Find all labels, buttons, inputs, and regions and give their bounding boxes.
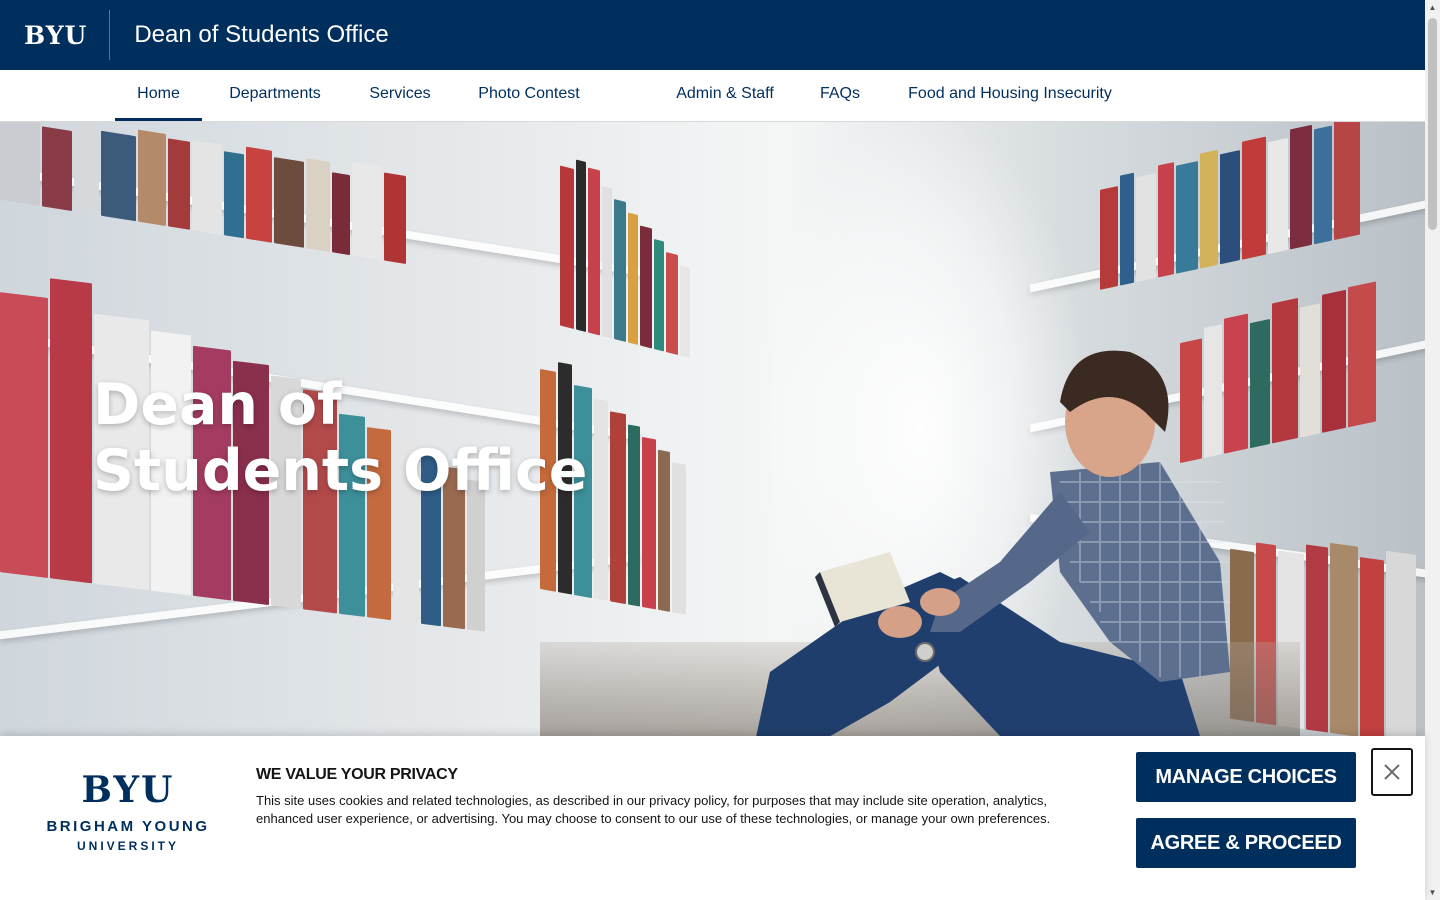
main-nav: Home Departments Services Photo Contest … [0, 70, 1425, 122]
books-row [0, 122, 408, 264]
brigham-young-logo: BYU BRIGHAM YOUNG UNIVERSITY [40, 770, 216, 853]
nav-faqs[interactable]: FAQs [810, 70, 870, 121]
student-reading-image [756, 350, 1230, 736]
scroll-up-icon[interactable]: ▲ [1425, 0, 1440, 15]
nav-home[interactable]: Home [115, 70, 202, 121]
nav-food-housing[interactable]: Food and Housing Insecurity [894, 70, 1126, 121]
header-divider [109, 10, 111, 60]
cookie-consent-banner: BYU BRIGHAM YOUNG UNIVERSITY WE VALUE YO… [0, 736, 1425, 900]
scroll-thumb[interactable] [1428, 18, 1437, 230]
books-row [560, 126, 692, 359]
nav-services[interactable]: Services [356, 70, 444, 121]
scroll-down-icon[interactable]: ▼ [1425, 885, 1440, 900]
hero-banner: Dean of Students Office [0, 122, 1425, 736]
agree-proceed-button[interactable]: AGREE & PROCEED [1136, 818, 1356, 868]
logo-mark: BYU [81, 769, 175, 811]
close-icon [1384, 764, 1400, 780]
cookie-text: This site uses cookies and related techn… [256, 793, 1051, 826]
logo-line2: UNIVERSITY [76, 839, 179, 853]
page-scrollbar[interactable]: ▲ ▼ [1425, 0, 1440, 900]
nav-admin-staff[interactable]: Admin & Staff [664, 70, 786, 121]
nav-departments[interactable]: Departments [212, 70, 338, 121]
books-row [1100, 122, 1362, 290]
site-title[interactable]: Dean of Students Office [134, 21, 388, 49]
manage-choices-button[interactable]: MANAGE CHOICES [1136, 752, 1356, 802]
hero-heading: Dean of Students Office [93, 372, 588, 504]
logo-line1: BRIGHAM YOUNG [46, 818, 210, 835]
cookie-close-button[interactable] [1371, 748, 1413, 796]
byu-logo[interactable]: BYU [24, 21, 87, 50]
cookie-title: WE VALUE YOUR PRIVACY [256, 766, 458, 783]
nav-photo-contest[interactable]: Photo Contest [466, 70, 592, 121]
site-header: BYU Dean of Students Office [0, 0, 1425, 70]
